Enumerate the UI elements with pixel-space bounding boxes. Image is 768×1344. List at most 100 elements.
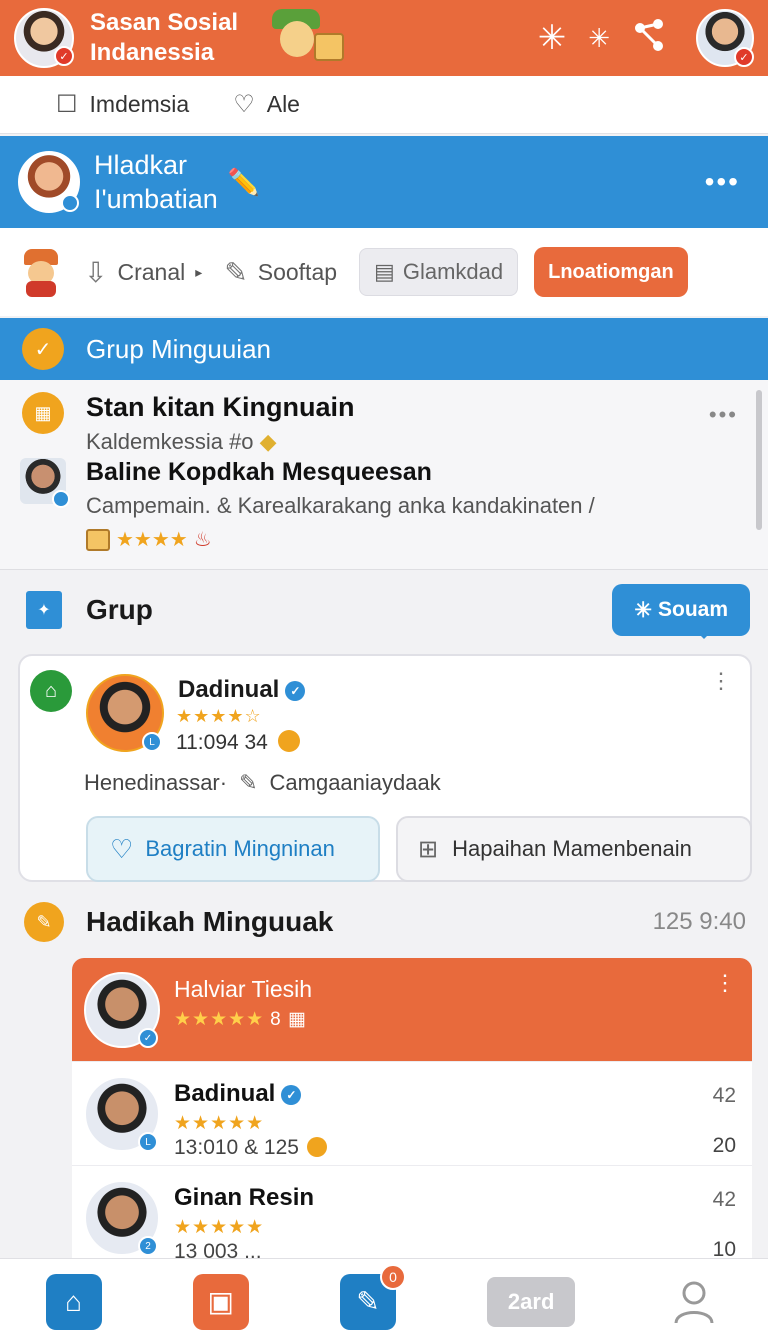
ranking-time: 125 9:40 (652, 908, 746, 935)
action-row: ⇩ Cranal ▸ ✎ Sooftap ▤ Glamkdad Lnoatiomg… (0, 228, 768, 316)
status-badge: ✓ (734, 47, 754, 67)
ranking-name: Ginan Resin (174, 1184, 315, 1211)
avatar: ✓ (84, 972, 160, 1048)
message-icon: ▤ (374, 259, 395, 284)
ranking-score: 42 (712, 1084, 736, 1107)
feed-icon[interactable]: ▣ (192, 1273, 249, 1330)
group-badge-icon: ⌂ (30, 670, 72, 712)
add-member-button[interactable]: ⊞ Hapaihan Mamenbenain (396, 816, 752, 882)
scrollbar[interactable] (756, 390, 762, 530)
list-item[interactable]: Baline Kopdkah Mesqueesan Campemain. & K… (20, 458, 595, 552)
avatar: L (84, 1076, 160, 1152)
filter-imdemsia[interactable]: ☐ Imdemsia (56, 90, 189, 119)
grup-section-header: ✦ Grup ✳ Souam (0, 570, 768, 650)
mascot-illustration (268, 5, 348, 71)
sparkle-small-icon[interactable]: ✳ (588, 25, 610, 51)
ranking-row[interactable]: ✓ Halviar Tiesih ★★★★★ 8 ▦ ⋮ (72, 958, 752, 1062)
ranking-row[interactable]: 2 Ginan Resin ★★★★★ 13 003 ... 42 10 (72, 1166, 752, 1258)
like-button[interactable]: ♡ Bagratin Mingninan (86, 816, 380, 882)
member-name: Dadinual ✓ (178, 676, 306, 704)
ranking-sub: 13 003 ... (174, 1240, 262, 1258)
sparkle-icon[interactable]: ✳ (538, 21, 567, 55)
notification-badge: 0 (379, 1263, 406, 1290)
kebab-menu-icon[interactable]: ⋮ (714, 972, 736, 994)
group-header-bar[interactable]: ✓ Grup Minguuian (0, 318, 768, 380)
member-time: 11:094 34 (176, 730, 300, 755)
calendar-icon: ▦ (288, 1009, 307, 1030)
rating: ★★★★ ♨ (86, 527, 595, 552)
filter-row: ☐ Imdemsia ♡ Ale (0, 76, 768, 134)
ranking-title: Hadikah Minguuak (86, 906, 334, 937)
ranking-name: Badinual ✓ (174, 1080, 302, 1108)
heart-icon: ♡ (110, 833, 134, 864)
ranking-name: Halviar Tiesih (174, 976, 313, 1002)
pencil-badge-icon: ✎ (24, 902, 64, 942)
profile-avatar[interactable]: ✓ (696, 9, 754, 67)
sparkle-icon: ✳ (634, 598, 652, 622)
user-avatar[interactable]: ✓ (14, 8, 74, 68)
feed-item-title: Stan kitan Kingnuain (86, 392, 355, 422)
souam-button[interactable]: ✳ Souam (612, 584, 750, 639)
feed-item-title: Baline Kopdkah Mesqueesan (86, 458, 432, 486)
verified-icon: ✓ (285, 681, 306, 701)
profile-icon[interactable] (666, 1274, 722, 1330)
add-icon: ⊞ (418, 835, 439, 863)
top-bar: ✓ Sasan Sosial Indanessia ✳ ✳ ✓ (0, 0, 768, 76)
grid-icon: ▦ (22, 392, 64, 434)
verified-icon: ✓ (281, 1085, 302, 1105)
ranking-sub: 13:010 & 125 (174, 1136, 327, 1160)
home-icon[interactable]: ⌂ (45, 1273, 102, 1330)
heart-icon: ♡ (233, 91, 255, 118)
member-avatar[interactable]: L (86, 674, 164, 752)
calendar-icon (86, 528, 110, 551)
section-title: Grup (86, 594, 153, 625)
card-tab[interactable]: 2ard (487, 1276, 576, 1327)
download-icon: ⇩ (84, 256, 108, 288)
pot-icon: ♨ (193, 529, 212, 551)
feed-item-subtitle: Campemain. & Karealkarakang anka kandaki… (86, 493, 595, 518)
emoji-icon (306, 1137, 327, 1157)
app-title-line2: Indanessia (90, 39, 215, 66)
primary-action-button[interactable]: Lnoatiomgan (534, 247, 688, 297)
emoji-icon (277, 730, 300, 752)
softap-button[interactable]: ✎ Sooftap (224, 256, 337, 289)
more-options-icon[interactable]: ••• (709, 402, 738, 428)
group-icon: ✦ (26, 591, 62, 629)
glamkdad-chip[interactable]: ▤ Glamkdad (359, 248, 519, 296)
avatar (20, 458, 70, 508)
star-rating: ★★★★ (116, 529, 188, 551)
filter-ale[interactable]: ♡ Ale (233, 90, 300, 119)
share-icon[interactable] (632, 18, 666, 58)
feed-list: ▦ Stan kitan Kingnuain Kaldemkessia #o ◆… (0, 380, 768, 570)
pencil-calendar-icon: ✏️ (227, 166, 261, 197)
ranking-header: ✎ Hadikah Minguuak 125 9:40 (0, 892, 768, 952)
star-rating: ★★★★★ (174, 1113, 265, 1134)
app-title-line1: Sasan Sosial (90, 9, 239, 36)
ranking-row[interactable]: L Badinual ✓ ★★★★★ 13:010 & 125 42 20 (72, 1062, 752, 1166)
mascot-icon (18, 247, 62, 297)
status-badge: ✓ (54, 46, 74, 66)
crawl-button[interactable]: ⇩ Cranal ▸ (84, 256, 202, 289)
banner-text: Hladkar I'umbatian (94, 150, 218, 214)
avatar: 2 (84, 1180, 160, 1256)
banner-avatar[interactable] (18, 151, 80, 213)
check-icon: ✓ (22, 328, 64, 370)
bookmark-icon: ☐ (56, 91, 78, 118)
star-rating: ★★★★★ 8 ▦ (174, 1009, 307, 1030)
ranking-score: 42 (712, 1188, 736, 1211)
feed-item-subtitle: Kaldemkessia #o ◆ (86, 429, 277, 454)
more-options-icon[interactable]: ••• (705, 166, 740, 198)
group-header-title: Grup Minguuian (86, 333, 271, 364)
pencil-icon: ✎ (239, 770, 258, 795)
pencil-icon: ✎ (224, 256, 248, 288)
ranking-count: 10 (712, 1238, 736, 1258)
ranking-list: ✓ Halviar Tiesih ★★★★★ 8 ▦ ⋮ L Badinual ✓ … (72, 958, 752, 1258)
member-meta: Henedinassar· ✎ Camgaaniaydaak (84, 770, 441, 795)
member-card[interactable]: ⌂ L Dadinual ✓ ★★★★☆ 11:094 34 ⋮ Henedina… (18, 654, 752, 882)
profile-banner[interactable]: Hladkar I'umbatian ✏️ ••• (0, 136, 768, 228)
app-title: Sasan Sosial Indanessia (90, 8, 238, 68)
star-rating: ★★★★☆ (176, 706, 262, 726)
compose-icon[interactable]: ✎ 0 (339, 1263, 406, 1330)
list-item[interactable]: ▦ Stan kitan Kingnuain Kaldemkessia #o ◆ (22, 392, 355, 455)
kebab-menu-icon[interactable]: ⋮ (710, 670, 732, 692)
